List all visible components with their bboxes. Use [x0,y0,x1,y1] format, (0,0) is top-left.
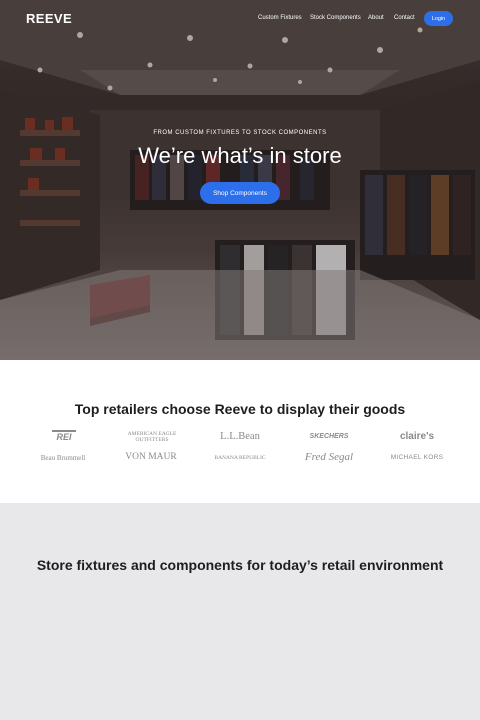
michael-kors-logo: MICHAEL KORS [390,454,444,461]
login-button[interactable]: Login [424,11,453,26]
nav-contact[interactable]: Contact [394,15,415,21]
retailers-heading: Top retailers choose Reeve to display th… [0,401,480,417]
retailers-heading-pre: Top retailers [74,401,162,417]
rei-logo: REI [52,430,76,443]
hero-overlay [0,0,480,360]
von-maur-logo: VON MAUR [125,452,177,462]
fixtures-heading: Store fixtures and components for today’… [0,557,480,573]
american-eagle-logo: AMERICAN EAGLE OUTFITTERS [127,431,177,443]
retailers-heading-bold: choose Reeve [161,401,256,417]
top-navigation: REEVE Custom Fixtures Stock Components A… [0,0,480,36]
reeve-logo[interactable]: REEVE [26,11,72,26]
hero-section: REEVE Custom Fixtures Stock Components A… [0,0,480,360]
hero-eyebrow: FROM CUSTOM FIXTURES TO STOCK COMPONENTS [153,130,327,136]
nav-about[interactable]: About [368,15,384,21]
fixtures-heading-bold: today’s retail environment [269,557,444,573]
shop-components-button[interactable]: Shop Components [200,182,280,204]
banana-republic-logo: BANANA REPUBLIC [214,455,266,461]
nav-stock-components[interactable]: Stock Components [310,15,361,21]
retailers-section: Top retailers choose Reeve to display th… [0,360,480,503]
nav-custom-fixtures[interactable]: Custom Fixtures [258,15,302,21]
fixtures-heading-pre: Store fixtures and components for [36,557,270,573]
skechers-logo: SKECHERS [309,433,349,440]
fred-segal-logo: Fred Segal [304,451,354,463]
retailers-heading-post: to display their goods [255,401,406,417]
beau-brummell-logo: Beau Brummell [40,454,86,462]
claires-logo: claire's [399,431,435,442]
hero-title: We’re what’s in store [138,143,342,168]
fixtures-section: Store fixtures and components for today’… [0,503,480,720]
llbean-logo: L.L.Bean [220,431,260,442]
